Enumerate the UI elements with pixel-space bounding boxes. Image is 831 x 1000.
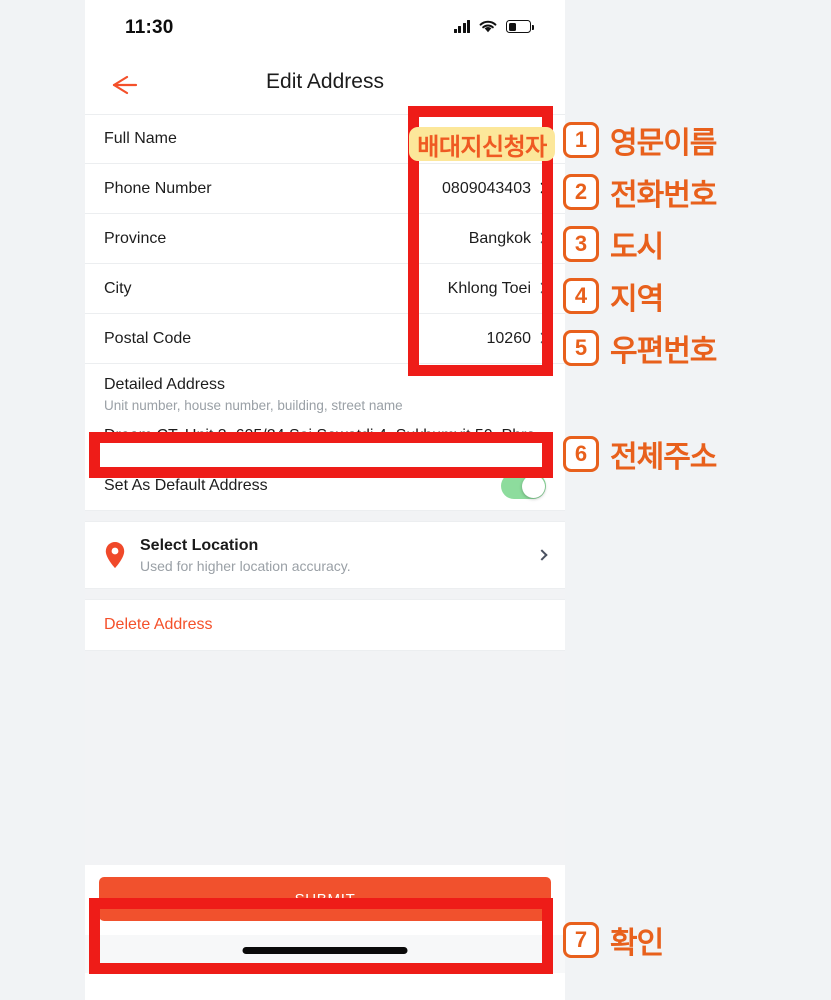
- detailed-address-input[interactable]: Dream CT, Unit 3, 605/24 Soi Sawatdi 4, …: [104, 413, 546, 458]
- annotation-5: 5 우편번호: [563, 326, 717, 370]
- home-indicator-area: [85, 935, 565, 973]
- annotation-text: 지역: [610, 283, 664, 316]
- set-default-address-row[interactable]: Set As Default Address: [85, 462, 565, 510]
- chevron-right-icon: [536, 182, 548, 194]
- submit-area: SUBMIT: [85, 865, 565, 935]
- annotation-text: 우편번호: [610, 335, 717, 368]
- select-location-texts: Select Location Used for higher location…: [140, 537, 351, 574]
- field-row-phone-number[interactable]: Phone Number 0809043403: [85, 164, 565, 214]
- field-label: City: [104, 279, 132, 297]
- field-label: Phone Number: [104, 179, 212, 197]
- field-label: Postal Code: [104, 329, 192, 347]
- annotation-text: 전체주소: [610, 441, 717, 474]
- field-value: 0809043403: [442, 179, 531, 197]
- detailed-address-hint: Unit number, house number, building, str…: [104, 398, 403, 413]
- toggle-knob: [521, 474, 545, 498]
- set-default-address-label: Set As Default Address: [104, 477, 268, 494]
- map-pin-icon: [105, 542, 125, 568]
- chevron-right-icon: [536, 332, 548, 344]
- screenshot-root: 11:30 Edit Address Full Name Phone Numbe…: [0, 0, 831, 1000]
- select-location-title: Select Location: [140, 536, 259, 554]
- page-title: Edit Address: [266, 70, 384, 93]
- select-location-row[interactable]: Select Location Used for higher location…: [85, 522, 565, 588]
- redaction-sticker-full-name: 배대지신청자: [409, 127, 555, 161]
- delete-address-row[interactable]: Delete Address: [85, 600, 565, 650]
- field-value-wrap: Khlong Toei: [447, 279, 548, 298]
- annotation-6: 6 전체주소: [563, 432, 717, 476]
- annotation-number: 4: [563, 278, 599, 314]
- chevron-right-icon: [536, 282, 548, 294]
- annotation-7: 7 확인: [563, 918, 664, 962]
- annotation-3: 3 도시: [563, 222, 664, 266]
- wifi-icon: [479, 20, 497, 33]
- annotation-number: 5: [563, 330, 599, 366]
- status-bar-icons: [453, 19, 534, 34]
- annotation-number: 3: [563, 226, 599, 262]
- set-default-address-toggle[interactable]: [501, 473, 546, 499]
- cellular-signal-icon: [453, 20, 470, 33]
- empty-content-area: [85, 650, 565, 865]
- annotation-text: 전화번호: [610, 179, 717, 212]
- annotation-number: 6: [563, 436, 599, 472]
- field-value: 10260: [486, 329, 532, 347]
- select-location-subtitle: Used for higher location accuracy.: [140, 557, 351, 574]
- annotation-text: 영문이름: [610, 127, 717, 160]
- status-bar: 11:30: [85, 0, 565, 56]
- annotation-2: 2 전화번호: [563, 170, 717, 214]
- nav-bar: Edit Address: [85, 56, 565, 114]
- annotation-number: 7: [563, 922, 599, 958]
- field-label: Province: [104, 229, 167, 247]
- field-value-wrap: Bangkok: [468, 229, 548, 248]
- field-row-postal-code[interactable]: Postal Code 10260: [85, 314, 565, 364]
- battery-low-icon: [506, 20, 534, 33]
- annotation-number: 2: [563, 174, 599, 210]
- detailed-address-block[interactable]: Detailed Address Unit number, house numb…: [85, 364, 565, 462]
- field-row-city[interactable]: City Khlong Toei: [85, 264, 565, 314]
- field-value-wrap: 10260: [486, 329, 548, 348]
- field-value: Khlong Toei: [447, 279, 531, 297]
- annotation-4: 4 지역: [563, 274, 664, 318]
- field-value: Bangkok: [468, 229, 531, 247]
- submit-button[interactable]: SUBMIT: [99, 877, 551, 921]
- detailed-address-label: Detailed Address: [104, 376, 225, 393]
- chevron-right-icon: [536, 548, 548, 561]
- delete-address-label[interactable]: Delete Address: [104, 616, 213, 634]
- section-divider: [85, 588, 565, 600]
- field-row-province[interactable]: Province Bangkok: [85, 214, 565, 264]
- home-indicator: [242, 947, 408, 954]
- annotation-text: 확인: [610, 927, 664, 960]
- section-divider: [85, 510, 565, 522]
- annotation-number: 1: [563, 122, 599, 158]
- annotation-1: 1 영문이름: [563, 118, 717, 162]
- field-label: Full Name: [104, 130, 177, 147]
- status-bar-clock: 11:30: [125, 17, 174, 38]
- annotation-text: 도시: [610, 231, 664, 264]
- field-value-wrap: 0809043403: [442, 179, 548, 198]
- chevron-right-icon: [536, 232, 548, 244]
